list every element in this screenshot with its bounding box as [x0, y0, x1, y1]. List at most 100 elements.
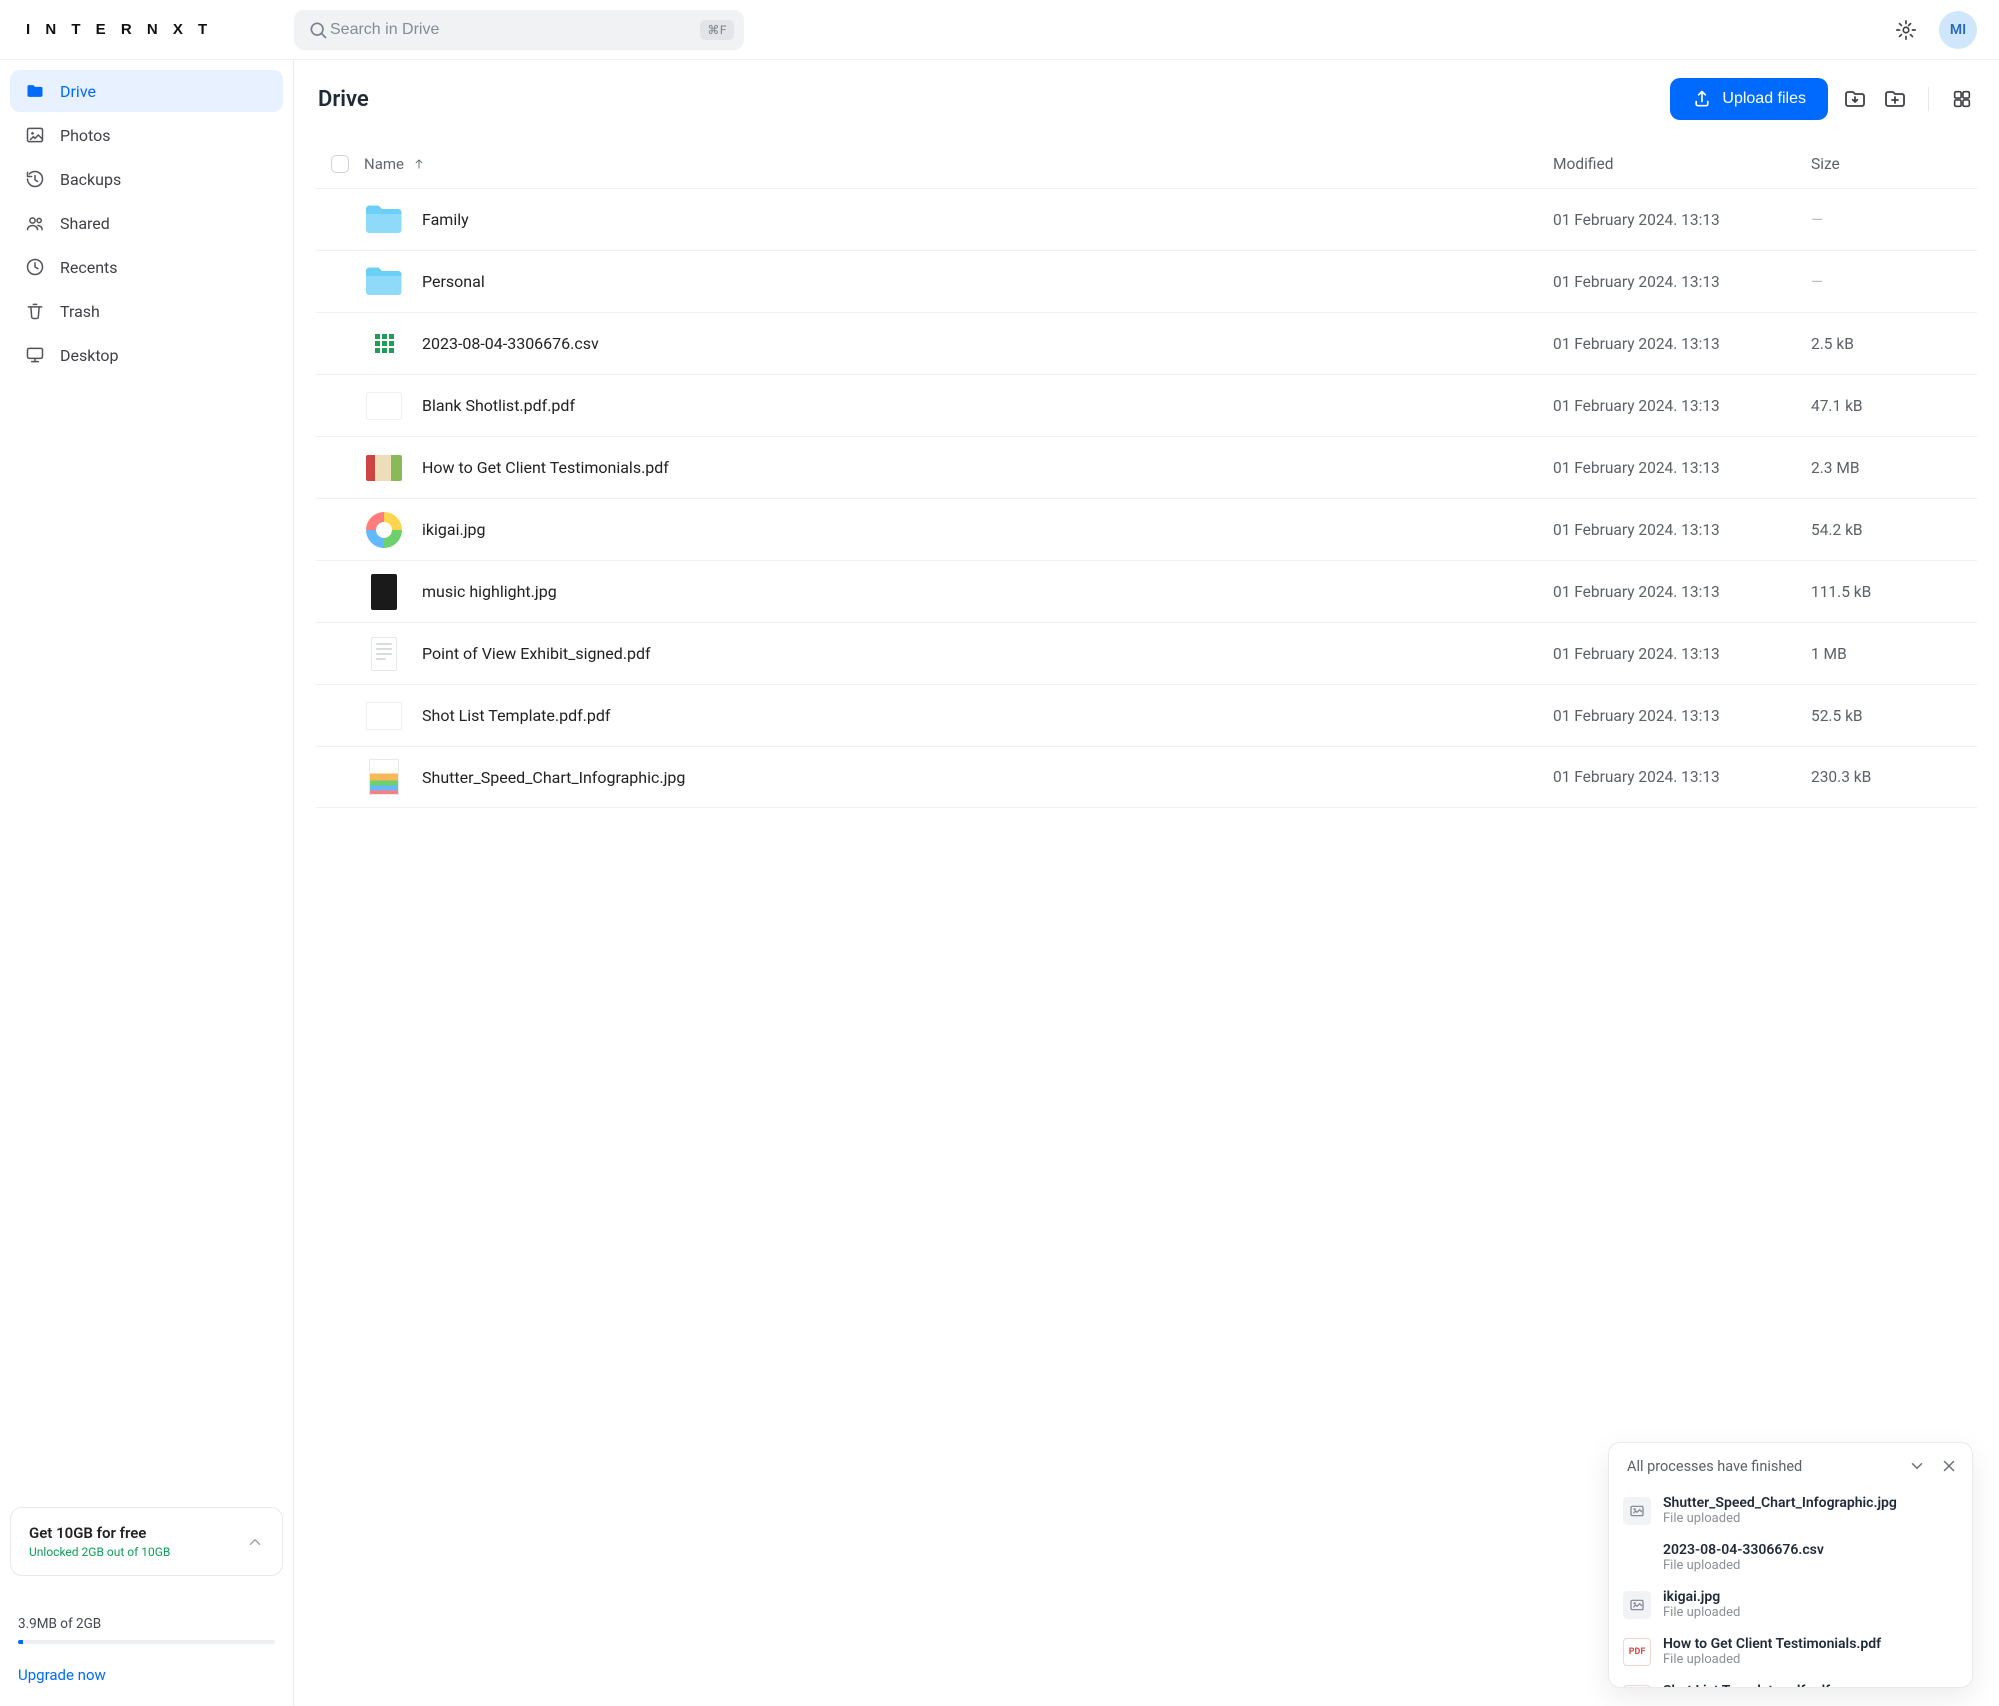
table-row[interactable]: Point of View Exhibit_signed.pdf 01 Febr…	[316, 622, 1977, 684]
upload-item-status: File uploaded	[1663, 1511, 1897, 1526]
sidebar-item-label: Recents	[60, 258, 118, 277]
upload-item[interactable]: 2023-08-04-3306676.csvFile uploaded	[1615, 1534, 1962, 1581]
column-sort-name[interactable]: Name	[364, 155, 426, 173]
table-row[interactable]: ikigai.jpg 01 February 2024. 13:13 54.2 …	[316, 498, 1977, 560]
file-modified: 01 February 2024. 13:13	[1553, 645, 1811, 663]
upload-files-label: Upload files	[1722, 90, 1806, 108]
upload-item-status: File uploaded	[1663, 1605, 1740, 1620]
table-row[interactable]: Family 01 February 2024. 13:13 —	[316, 188, 1977, 250]
file-size: 52.5 kB	[1811, 707, 1971, 725]
sidebar-item-label: Trash	[60, 302, 100, 321]
sidebar-item-label: Desktop	[60, 346, 119, 365]
upload-item[interactable]: ikigai.jpgFile uploaded	[1615, 1581, 1962, 1628]
table-row[interactable]: How to Get Client Testimonials.pdf 01 Fe…	[316, 436, 1977, 498]
image-thumbnail	[366, 455, 402, 481]
file-modified: 01 February 2024. 13:13	[1553, 211, 1811, 229]
pdf-icon: PDF	[1623, 1638, 1651, 1666]
table-row[interactable]: music highlight.jpg 01 February 2024. 13…	[316, 560, 1977, 622]
file-name: Blank Shotlist.pdf.pdf	[422, 396, 575, 415]
file-modified: 01 February 2024. 13:13	[1553, 459, 1811, 477]
toast-close-button[interactable]	[1940, 1457, 1958, 1475]
table-row[interactable]: Blank Shotlist.pdf.pdf 01 February 2024.…	[316, 374, 1977, 436]
toast-collapse-button[interactable]	[1908, 1457, 1926, 1475]
sidebar-item-trash[interactable]: Trash	[10, 290, 283, 332]
folder-icon	[24, 81, 46, 101]
file-name: Personal	[422, 272, 485, 291]
upgrade-link[interactable]: Upgrade now	[18, 1666, 106, 1684]
sidebar-item-label: Backups	[60, 170, 121, 189]
clock-icon	[24, 257, 46, 277]
photo-icon	[24, 125, 46, 145]
download-folder-button[interactable]	[1842, 86, 1868, 112]
search-input[interactable]	[328, 20, 700, 40]
column-size-label[interactable]: Size	[1811, 155, 1840, 173]
image-icon	[1623, 1591, 1651, 1619]
folder-icon	[364, 262, 404, 302]
table-header: Name Modified Size	[316, 140, 1977, 188]
promo-card[interactable]: Get 10GB for free Unlocked 2GB out of 10…	[10, 1507, 283, 1576]
sidebar-item-backups[interactable]: Backups	[10, 158, 283, 200]
upload-item[interactable]: PDFHow to Get Client Testimonials.pdfFil…	[1615, 1628, 1962, 1675]
search-shortcut: ⌘F	[700, 20, 734, 40]
desktop-icon	[24, 345, 46, 365]
file-modified: 01 February 2024. 13:13	[1553, 397, 1811, 415]
sidebar-item-label: Shared	[60, 214, 110, 233]
grid-icon	[1951, 88, 1973, 110]
image-thumbnail	[369, 759, 399, 795]
table-row[interactable]: Personal 01 February 2024. 13:13 —	[316, 250, 1977, 312]
table-row[interactable]: Shutter_Speed_Chart_Infographic.jpg 01 F…	[316, 746, 1977, 808]
sidebar-item-photos[interactable]: Photos	[10, 114, 283, 156]
table-row[interactable]: Shot List Template.pdf.pdf 01 February 2…	[316, 684, 1977, 746]
chevron-up-icon	[246, 1533, 264, 1551]
file-size: 54.2 kB	[1811, 521, 1971, 539]
file-name: 2023-08-04-3306676.csv	[422, 334, 599, 353]
select-all-checkbox[interactable]	[331, 155, 349, 173]
sidebar-item-shared[interactable]: Shared	[10, 202, 283, 244]
column-modified-label[interactable]: Modified	[1553, 155, 1613, 173]
upload-item-name: Shot List Template.pdf.pdf	[1663, 1683, 1830, 1687]
upload-item-name: ikigai.jpg	[1663, 1589, 1740, 1605]
user-avatar[interactable]: MI	[1939, 11, 1977, 49]
upload-status-panel: All processes have finished Shutter_Spee…	[1608, 1442, 1973, 1688]
chevron-down-icon	[1908, 1457, 1926, 1475]
table-row[interactable]: 2023-08-04-3306676.csv 01 February 2024.…	[316, 312, 1977, 374]
grid-view-button[interactable]	[1949, 86, 1975, 112]
upload-item-status: File uploaded	[1663, 1652, 1881, 1667]
spreadsheet-icon	[1623, 1544, 1651, 1572]
new-folder-button[interactable]	[1882, 86, 1908, 112]
file-name: music highlight.jpg	[422, 582, 557, 601]
sidebar-item-label: Photos	[60, 126, 111, 145]
storage-usage-text: 3.9MB of 2GB	[18, 1616, 275, 1632]
upload-item[interactable]: Shutter_Speed_Chart_Infographic.jpgFile …	[1615, 1487, 1962, 1534]
file-modified: 01 February 2024. 13:13	[1553, 335, 1811, 353]
file-modified: 01 February 2024. 13:13	[1553, 273, 1811, 291]
history-icon	[24, 169, 46, 189]
upload-icon	[1692, 89, 1712, 109]
users-icon	[24, 213, 46, 233]
file-name: Point of View Exhibit_signed.pdf	[422, 644, 651, 663]
upload-item-name: Shutter_Speed_Chart_Infographic.jpg	[1663, 1495, 1897, 1511]
pdf-icon: PDF	[1623, 1685, 1651, 1688]
file-size: 47.1 kB	[1811, 397, 1971, 415]
upload-item[interactable]: PDFShot List Template.pdf.pdfFile upload…	[1615, 1675, 1962, 1687]
file-modified: 01 February 2024. 13:13	[1553, 583, 1811, 601]
file-size: 230.3 kB	[1811, 768, 1971, 786]
column-name-label: Name	[364, 155, 404, 173]
file-name: How to Get Client Testimonials.pdf	[422, 458, 669, 477]
document-thumbnail	[371, 637, 397, 671]
sidebar-item-recents[interactable]: Recents	[10, 246, 283, 288]
file-thumbnail	[366, 392, 402, 420]
toolbar-divider	[1928, 87, 1929, 111]
file-modified: 01 February 2024. 13:13	[1553, 768, 1811, 786]
upload-item-status: File uploaded	[1663, 1558, 1824, 1573]
gear-icon	[1895, 19, 1917, 41]
file-size: 111.5 kB	[1811, 583, 1971, 601]
search-box[interactable]: ⌘F	[294, 10, 744, 50]
file-modified: 01 February 2024. 13:13	[1553, 521, 1811, 539]
sidebar-item-drive[interactable]: Drive	[10, 70, 283, 112]
upload-files-button[interactable]: Upload files	[1670, 78, 1828, 120]
file-name: ikigai.jpg	[422, 520, 485, 539]
spreadsheet-thumbnail	[375, 334, 394, 353]
sidebar-item-desktop[interactable]: Desktop	[10, 334, 283, 376]
settings-button[interactable]	[1893, 17, 1919, 43]
